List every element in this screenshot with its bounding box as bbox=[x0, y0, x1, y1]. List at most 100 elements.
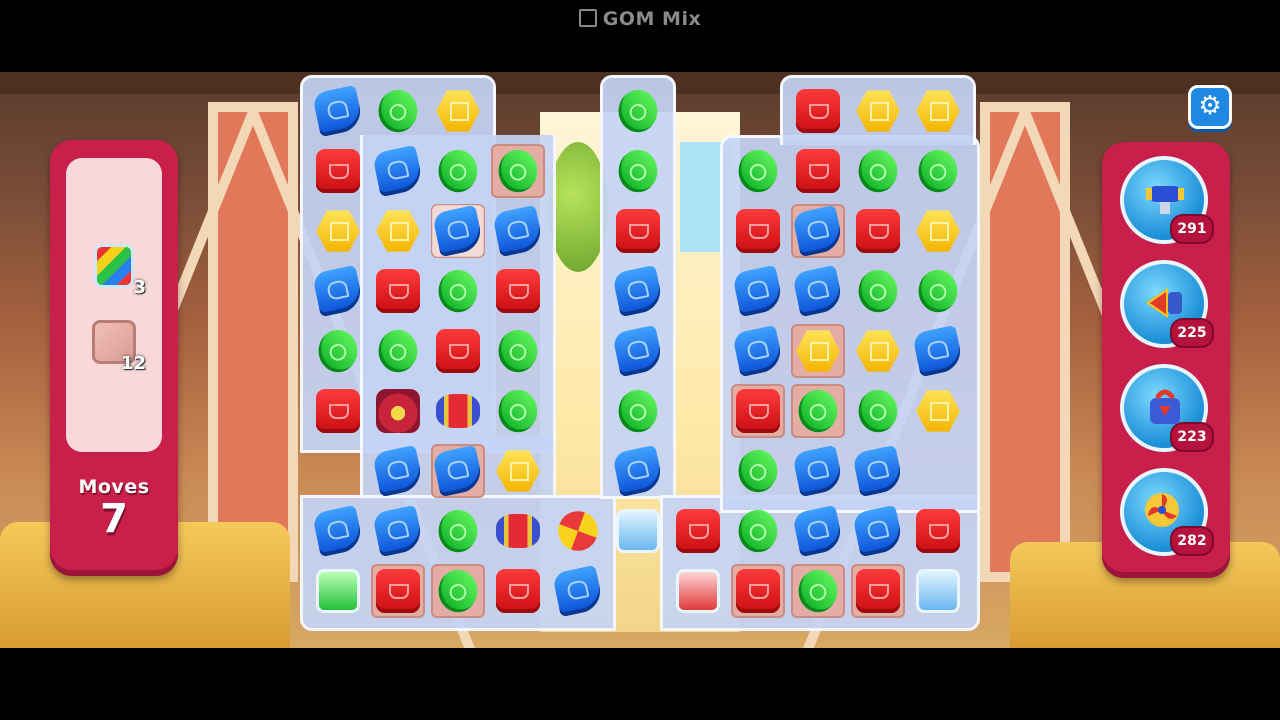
red-cup-piece bbox=[796, 89, 840, 133]
board-cell[interactable] bbox=[909, 262, 967, 320]
board-cell[interactable] bbox=[850, 563, 906, 619]
board-cell[interactable] bbox=[730, 263, 786, 319]
board-cell[interactable] bbox=[850, 503, 906, 559]
board-cell[interactable] bbox=[490, 503, 546, 559]
booster-weight[interactable]: 223 bbox=[1120, 364, 1214, 452]
board-cell[interactable] bbox=[370, 503, 426, 559]
board-cell[interactable] bbox=[910, 383, 966, 439]
board-cell[interactable] bbox=[609, 142, 667, 200]
board-cell[interactable] bbox=[849, 142, 907, 200]
green-apple-piece bbox=[729, 142, 787, 200]
board-cell[interactable] bbox=[909, 142, 967, 200]
board-cell[interactable] bbox=[369, 82, 427, 140]
board-cell[interactable] bbox=[790, 203, 846, 259]
board-cell[interactable] bbox=[310, 203, 366, 259]
green-apple-piece bbox=[609, 382, 667, 440]
board-cell[interactable] bbox=[730, 383, 786, 439]
board-cell[interactable] bbox=[850, 443, 906, 499]
board-cell[interactable] bbox=[790, 83, 846, 139]
board-cell[interactable] bbox=[730, 563, 786, 619]
board-cell[interactable] bbox=[610, 323, 666, 379]
board-cell[interactable] bbox=[430, 203, 486, 259]
booster-cannon[interactable]: 291 bbox=[1120, 156, 1214, 244]
board-cell[interactable] bbox=[550, 503, 606, 559]
board-cell[interactable] bbox=[550, 563, 606, 619]
board-cell[interactable] bbox=[910, 323, 966, 379]
green-apple-piece bbox=[789, 382, 847, 440]
board-cell[interactable] bbox=[370, 203, 426, 259]
board-cell[interactable] bbox=[610, 203, 666, 259]
board-cell[interactable] bbox=[610, 263, 666, 319]
blue-drop-piece bbox=[311, 264, 365, 318]
board-cell[interactable] bbox=[309, 322, 367, 380]
board-cell[interactable] bbox=[729, 442, 787, 500]
board-cell[interactable] bbox=[430, 83, 486, 139]
board-cell[interactable] bbox=[729, 502, 787, 560]
blue-drop-piece bbox=[491, 204, 545, 258]
board-cell[interactable] bbox=[789, 382, 847, 440]
board-cell[interactable] bbox=[429, 502, 487, 560]
board-cell[interactable] bbox=[910, 503, 966, 559]
green-apple-piece bbox=[909, 142, 967, 200]
board-cell[interactable] bbox=[490, 563, 546, 619]
board-cell[interactable] bbox=[910, 83, 966, 139]
booster-drill[interactable]: 225 bbox=[1120, 260, 1214, 348]
board-cell[interactable] bbox=[370, 443, 426, 499]
board-cell[interactable] bbox=[310, 263, 366, 319]
booster-fan[interactable]: 282 bbox=[1120, 468, 1214, 556]
board-cell[interactable] bbox=[849, 382, 907, 440]
board-cell[interactable] bbox=[729, 142, 787, 200]
board-cell[interactable] bbox=[610, 503, 666, 559]
board-cell[interactable] bbox=[489, 322, 547, 380]
yellow-house-piece bbox=[916, 90, 960, 132]
board-cell[interactable] bbox=[429, 262, 487, 320]
board-cell[interactable] bbox=[310, 83, 366, 139]
red-cup-piece bbox=[676, 509, 720, 553]
board-cell[interactable] bbox=[490, 443, 546, 499]
board-cell[interactable] bbox=[790, 503, 846, 559]
board-cell[interactable] bbox=[370, 563, 426, 619]
board-cell[interactable] bbox=[790, 263, 846, 319]
board-cell[interactable] bbox=[610, 443, 666, 499]
board-cell[interactable] bbox=[429, 142, 487, 200]
board-cell[interactable] bbox=[850, 323, 906, 379]
board-cell[interactable] bbox=[310, 383, 366, 439]
board-cell[interactable] bbox=[910, 563, 966, 619]
blue-drop-piece bbox=[791, 204, 845, 258]
blue-drop-piece bbox=[791, 264, 845, 318]
board-cell[interactable] bbox=[430, 383, 486, 439]
board-cell[interactable] bbox=[429, 562, 487, 620]
board-cell[interactable] bbox=[430, 443, 486, 499]
board-cell[interactable] bbox=[370, 263, 426, 319]
board-cell[interactable] bbox=[489, 142, 547, 200]
board-cell[interactable] bbox=[849, 262, 907, 320]
board-cell[interactable] bbox=[730, 323, 786, 379]
board-cell[interactable] bbox=[370, 143, 426, 199]
board-cell[interactable] bbox=[850, 203, 906, 259]
board-cell[interactable] bbox=[730, 203, 786, 259]
board-cell[interactable] bbox=[310, 143, 366, 199]
settings-button[interactable]: ⚙ bbox=[1188, 85, 1232, 129]
board-cell[interactable] bbox=[790, 323, 846, 379]
board-cell[interactable] bbox=[609, 382, 667, 440]
board-cell[interactable] bbox=[489, 382, 547, 440]
board-cell[interactable] bbox=[490, 203, 546, 259]
board-cell[interactable] bbox=[670, 563, 726, 619]
board-cell[interactable] bbox=[310, 563, 366, 619]
red-cup-piece bbox=[736, 209, 780, 253]
board-cell[interactable] bbox=[850, 83, 906, 139]
yellow-house-piece bbox=[436, 90, 480, 132]
board-cell[interactable] bbox=[369, 322, 427, 380]
board-cell[interactable] bbox=[490, 263, 546, 319]
board-cell[interactable] bbox=[370, 383, 426, 439]
board-cell[interactable] bbox=[910, 203, 966, 259]
yellow-house-piece bbox=[316, 210, 360, 252]
board-cell[interactable] bbox=[670, 503, 726, 559]
green-jar-piece bbox=[316, 569, 360, 613]
board-cell[interactable] bbox=[790, 143, 846, 199]
board-cell[interactable] bbox=[789, 562, 847, 620]
board-cell[interactable] bbox=[609, 82, 667, 140]
board-cell[interactable] bbox=[310, 503, 366, 559]
board-cell[interactable] bbox=[790, 443, 846, 499]
board-cell[interactable] bbox=[430, 323, 486, 379]
